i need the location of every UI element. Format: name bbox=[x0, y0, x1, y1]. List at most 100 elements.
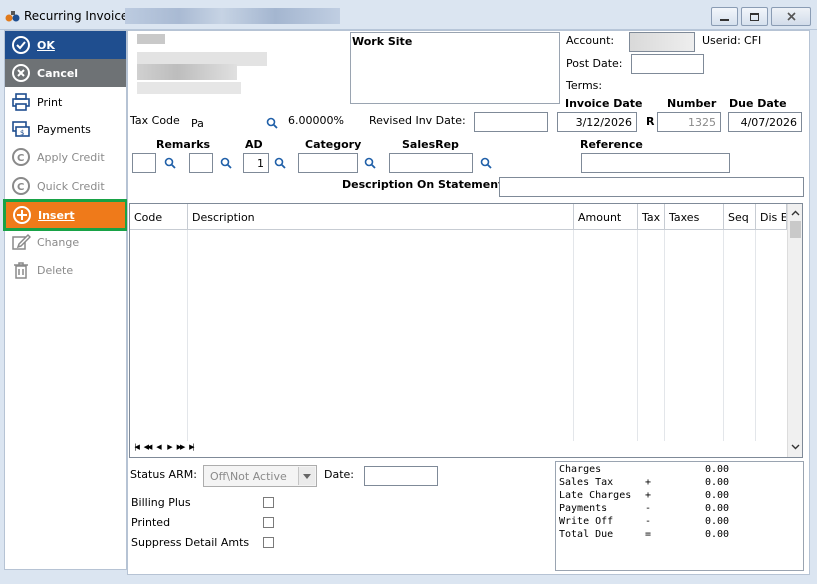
nav-next-icon[interactable]: ▶ bbox=[164, 441, 174, 452]
billing-plus-checkbox[interactable] bbox=[263, 497, 274, 508]
column-header-description[interactable]: Description bbox=[188, 204, 574, 230]
totals-row-late-charges: Late Charges +0.00 bbox=[559, 490, 730, 501]
salesrep-search-icon[interactable] bbox=[480, 157, 492, 169]
ad-label: AD bbox=[245, 138, 263, 151]
trash-icon bbox=[11, 260, 31, 280]
line-items-grid[interactable]: Code Description Amount Tax Taxes Seq Di… bbox=[129, 203, 803, 458]
revised-inv-date-field[interactable] bbox=[474, 112, 548, 132]
print-button[interactable]: Print bbox=[5, 89, 126, 115]
column-header-dis-e[interactable]: Dis E bbox=[756, 204, 787, 230]
check-circle-icon bbox=[11, 35, 31, 55]
payments-button[interactable]: $ Payments bbox=[5, 116, 126, 142]
totals-row-sales-tax: Sales Tax +0.00 bbox=[559, 477, 730, 488]
invoice-date-field[interactable]: 3/12/2026 bbox=[557, 112, 637, 132]
nav-prev-icon[interactable]: ◀ bbox=[153, 441, 163, 452]
category-search-icon[interactable] bbox=[364, 157, 376, 169]
remarks-field[interactable] bbox=[132, 153, 156, 173]
description-on-statement-label: Description On Statement bbox=[342, 178, 504, 191]
reference-field[interactable] bbox=[581, 153, 730, 173]
invoice-number-field[interactable]: 1325 bbox=[657, 112, 721, 132]
x-circle-icon bbox=[11, 63, 31, 83]
quick-credit-label: Quick Credit bbox=[37, 179, 105, 193]
column-divider bbox=[187, 230, 188, 441]
apply-credit-icon: C bbox=[11, 147, 31, 167]
post-date-field[interactable] bbox=[631, 54, 704, 74]
cancel-button[interactable]: Cancel bbox=[5, 59, 126, 87]
svg-text:$: $ bbox=[20, 129, 24, 137]
tax-rate: 6.00000% bbox=[288, 114, 344, 127]
nav-last-icon[interactable]: ▶| bbox=[186, 441, 196, 452]
ad-value: 1 bbox=[257, 156, 264, 170]
column-header-seq[interactable]: Seq bbox=[724, 204, 756, 230]
column-divider bbox=[664, 230, 665, 441]
suppress-detail-amts-checkbox[interactable] bbox=[263, 537, 274, 548]
ok-button[interactable]: OK bbox=[5, 31, 126, 59]
nav-next-page-icon[interactable]: ▶▶ bbox=[175, 441, 186, 452]
due-date-field[interactable]: 4/07/2026 bbox=[728, 112, 802, 132]
insert-label: Insert bbox=[38, 208, 75, 222]
print-label: Print bbox=[37, 95, 63, 109]
quick-credit-button[interactable]: C Quick Credit bbox=[5, 173, 126, 199]
work-site-label: Work Site bbox=[352, 35, 413, 48]
close-button[interactable] bbox=[771, 7, 811, 26]
printed-checkbox[interactable] bbox=[263, 517, 274, 528]
delete-button[interactable]: Delete bbox=[5, 257, 126, 283]
cancel-label: Cancel bbox=[37, 66, 79, 80]
status-arm-value: Off\Not Active bbox=[210, 470, 287, 483]
plus-circle-icon bbox=[12, 205, 32, 225]
insert-button[interactable]: Insert bbox=[3, 199, 128, 231]
maximize-icon bbox=[750, 12, 759, 21]
status-date-field[interactable] bbox=[364, 466, 438, 486]
svg-text:C: C bbox=[17, 182, 24, 193]
ad-field[interactable]: 1 bbox=[243, 153, 269, 173]
suppress-detail-amts-label: Suppress Detail Amts bbox=[131, 536, 250, 549]
edit-icon bbox=[11, 232, 31, 252]
category-label: Category bbox=[305, 138, 362, 151]
printer-icon bbox=[11, 92, 31, 112]
remarks-2-search-icon[interactable] bbox=[220, 157, 232, 169]
sidebar: OK Cancel Print $ Payments C Apply Credi… bbox=[3, 30, 128, 570]
maximize-button[interactable] bbox=[741, 7, 768, 26]
window-title: Recurring Invoice - bbox=[24, 9, 137, 23]
status-arm-select[interactable]: Off\Not Active bbox=[203, 465, 317, 487]
printed-label: Printed bbox=[131, 516, 171, 529]
nav-prev-page-icon[interactable]: ◀◀ bbox=[142, 441, 153, 452]
svg-text:C: C bbox=[17, 153, 24, 164]
terms-label: Terms: bbox=[566, 79, 603, 92]
minimize-button[interactable] bbox=[711, 7, 738, 26]
reference-label: Reference bbox=[580, 138, 643, 151]
payments-label: Payments bbox=[37, 122, 91, 136]
column-header-taxes[interactable]: Taxes bbox=[665, 204, 724, 230]
column-header-code[interactable]: Code bbox=[130, 204, 188, 230]
title-bar: Recurring Invoice - bbox=[0, 0, 817, 30]
column-header-amount[interactable]: Amount bbox=[574, 204, 638, 230]
scroll-thumb[interactable] bbox=[790, 221, 801, 238]
invoice-date-label: Invoice Date bbox=[565, 97, 643, 110]
close-icon bbox=[786, 12, 796, 21]
revised-inv-date-label: Revised Inv Date: bbox=[369, 114, 466, 127]
column-divider bbox=[637, 230, 638, 441]
change-button[interactable]: Change bbox=[5, 229, 126, 255]
billing-plus-label: Billing Plus bbox=[131, 496, 191, 509]
remarks-search-icon[interactable] bbox=[164, 157, 176, 169]
salesrep-field[interactable] bbox=[389, 153, 473, 173]
scroll-up-icon[interactable] bbox=[791, 210, 800, 216]
category-field[interactable] bbox=[298, 153, 358, 173]
remarks-field-2[interactable] bbox=[189, 153, 213, 173]
account-label: Account: bbox=[566, 34, 615, 47]
scroll-down-icon[interactable] bbox=[791, 444, 800, 450]
column-divider bbox=[723, 230, 724, 441]
invoice-number-value: 1325 bbox=[688, 115, 716, 129]
status-arm-label: Status ARM: bbox=[130, 468, 197, 481]
status-arm-dropdown-button[interactable] bbox=[298, 467, 315, 485]
remarks-label: Remarks bbox=[156, 138, 211, 151]
column-header-tax[interactable]: Tax bbox=[638, 204, 665, 230]
account-field[interactable] bbox=[629, 32, 695, 52]
app-icon bbox=[5, 11, 20, 22]
ad-search-icon[interactable] bbox=[274, 157, 286, 169]
nav-first-icon[interactable]: |◀ bbox=[131, 441, 141, 452]
tax-code-search-icon[interactable] bbox=[266, 117, 278, 129]
description-on-statement-field[interactable] bbox=[499, 177, 804, 197]
apply-credit-button[interactable]: C Apply Credit bbox=[5, 144, 126, 170]
grid-vertical-scrollbar[interactable] bbox=[787, 204, 802, 457]
